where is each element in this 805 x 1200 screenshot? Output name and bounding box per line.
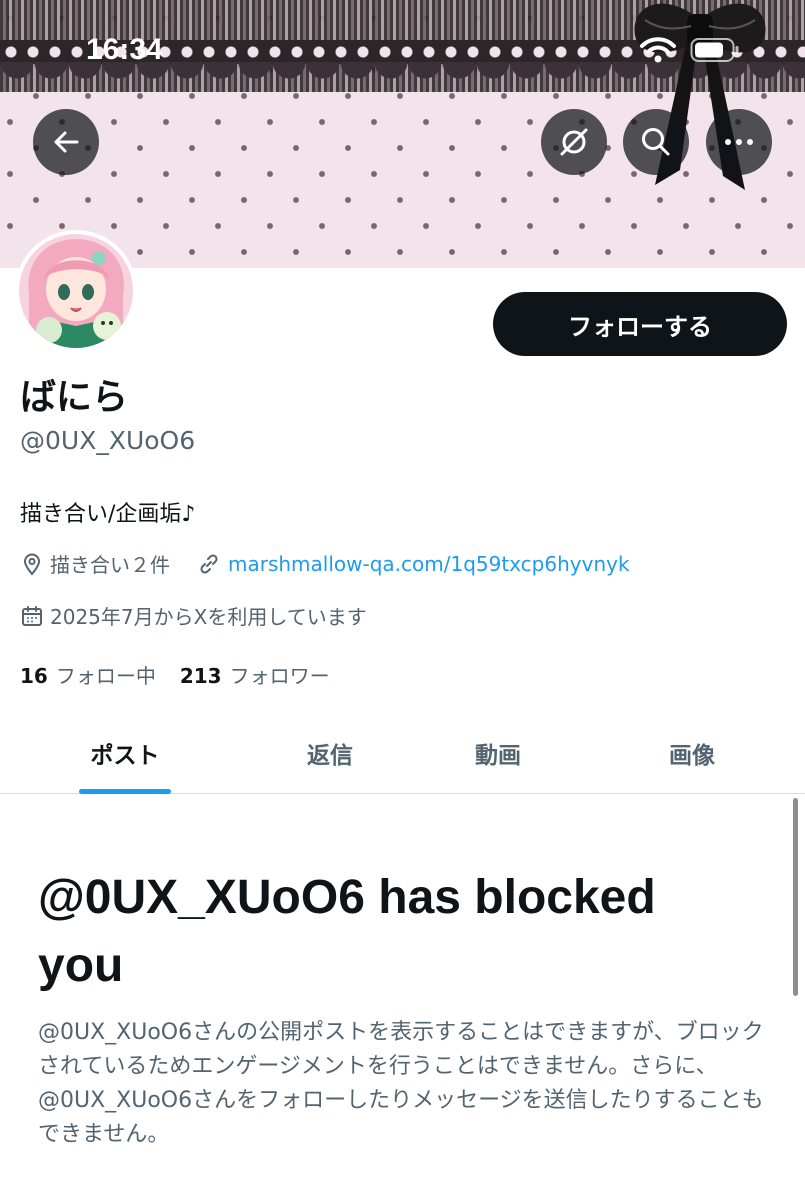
more-button[interactable] — [706, 109, 772, 175]
status-bar-icons — [640, 36, 740, 64]
calendar-icon — [22, 605, 42, 626]
search-icon — [642, 128, 670, 156]
link-icon — [200, 553, 218, 574]
wifi-icon — [640, 37, 676, 63]
tab-media-label: 画像 — [669, 743, 715, 769]
battery-icon — [690, 38, 739, 62]
following-label: フォロー中 — [55, 664, 156, 688]
location-text: 描き合い２件 — [50, 553, 170, 577]
followers-count: 213 — [179, 664, 222, 688]
followers-stat[interactable]: 213 フォロワー — [180, 660, 330, 689]
grok-button[interactable] — [541, 109, 607, 175]
back-button[interactable] — [33, 109, 99, 175]
location-pin-icon — [23, 553, 41, 576]
blocked-title: @0UX_XUoO6 has blocked you — [38, 871, 656, 992]
profile-meta-row: 描き合い２件 marshmallow-qa.com/1q59txcp6hyvny… — [20, 549, 630, 578]
handle: @0UX_XUoO6 — [20, 426, 196, 455]
search-button[interactable] — [623, 109, 689, 175]
follow-stats: 16 フォロー中 213 フォロワー — [20, 660, 330, 689]
joined-row: 2025年7月からXを利用しています — [20, 601, 367, 630]
more-icon — [725, 139, 753, 145]
slash-circle-icon — [560, 128, 588, 156]
avatar-image — [19, 234, 133, 348]
following-count: 16 — [20, 664, 48, 688]
tab-videos[interactable]: 動画 — [448, 712, 548, 794]
tab-media[interactable]: 画像 — [642, 712, 742, 794]
profile-tabs: ポスト 返信 動画 画像 — [0, 712, 805, 794]
tab-posts[interactable]: ポスト — [79, 712, 171, 794]
arrow-left-icon — [54, 131, 79, 153]
status-bar-time: 16:34 — [86, 33, 163, 66]
display-name: ばにら — [20, 377, 129, 418]
scrollbar[interactable] — [793, 798, 798, 996]
joined-text: 2025年7月からXを利用しています — [50, 605, 367, 629]
tab-posts-label: ポスト — [90, 743, 160, 769]
bio: 描き合い/企画垢♪ — [20, 502, 196, 527]
website-link[interactable]: marshmallow-qa.com/1q59txcp6hyvnyk — [228, 552, 630, 576]
follow-button[interactable]: フォローする — [493, 292, 787, 356]
tab-replies[interactable]: 返信 — [280, 712, 380, 794]
followers-label: フォロワー — [229, 664, 330, 688]
following-stat[interactable]: 16 フォロー中 — [20, 660, 156, 689]
tab-replies-label: 返信 — [307, 743, 353, 769]
tab-videos-label: 動画 — [475, 743, 521, 769]
active-tab-indicator — [79, 789, 171, 794]
avatar[interactable] — [15, 230, 137, 352]
blocked-description: @0UX_XUoO6さんの公開ポストを表示することはできますが、ブロックされてい… — [38, 1020, 764, 1147]
